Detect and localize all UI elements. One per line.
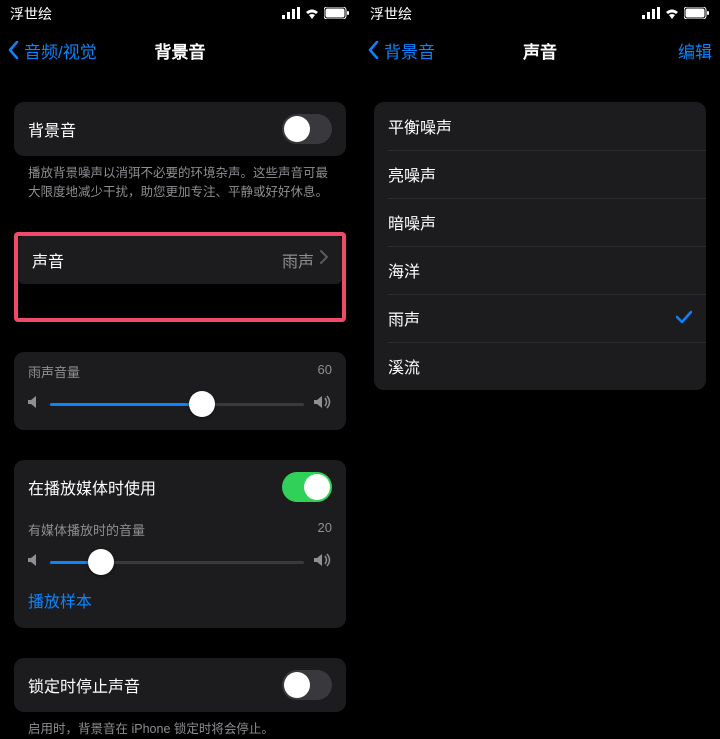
- volume-high-icon: [314, 553, 332, 572]
- lock-stop-row[interactable]: 锁定时停止声音: [14, 658, 346, 712]
- volume-high-icon: [314, 395, 332, 414]
- back-button[interactable]: 音频/视觉: [8, 38, 97, 63]
- back-button[interactable]: 背景音: [368, 38, 435, 63]
- media-volume-value: 20: [318, 520, 332, 539]
- sound-options-list: 平衡噪声亮噪声暗噪声海洋雨声溪流: [374, 102, 706, 390]
- carrier-label: 浮世绘: [370, 4, 412, 24]
- sound-row[interactable]: 声音 雨声: [18, 236, 342, 284]
- sound-row-highlight: 声音 雨声: [14, 232, 346, 322]
- nav-bar: 音频/视觉 背景音: [0, 28, 360, 72]
- sound-option-label: 平衡噪声: [388, 114, 452, 138]
- wifi-icon: [304, 6, 320, 22]
- right-screen: 浮世绘 背景音 声音 编辑 平衡噪声亮噪声暗噪声海洋雨声溪流: [360, 0, 720, 739]
- background-sound-toggle-row[interactable]: 背景音: [14, 102, 346, 156]
- media-use-group: 在播放媒体时使用 有媒体播放时的音量 20: [14, 460, 346, 628]
- rain-volume-value: 60: [318, 362, 332, 381]
- sound-option-label: 海洋: [388, 258, 420, 282]
- edit-button[interactable]: 编辑: [678, 38, 712, 63]
- chevron-left-icon: [8, 40, 20, 60]
- sound-option-label: 暗噪声: [388, 210, 436, 234]
- volume-low-icon: [28, 395, 40, 414]
- sound-option[interactable]: 暗噪声: [374, 198, 706, 246]
- volume-low-icon: [28, 553, 40, 572]
- carrier-label: 浮世绘: [10, 4, 52, 24]
- background-sound-note: 播放背景噪声以消弭不必要的环境杂声。这些声音可最大限度地减少干扰，助您更加专注、…: [14, 156, 346, 202]
- media-volume-slider[interactable]: [50, 561, 304, 564]
- media-volume-label: 有媒体播放时的音量: [28, 520, 145, 539]
- rain-volume-group: 雨声音量 60: [14, 352, 346, 430]
- sound-value: 雨声: [282, 248, 314, 272]
- media-toggle-label: 在播放媒体时使用: [28, 475, 156, 499]
- status-bar: 浮世绘: [360, 0, 720, 28]
- nav-bar: 背景音 声音 编辑: [360, 28, 720, 72]
- back-label: 背景音: [384, 38, 435, 63]
- background-sound-label: 背景音: [28, 117, 76, 141]
- chevron-right-icon: [320, 250, 328, 269]
- signal-icon: [642, 6, 660, 22]
- wifi-icon: [664, 6, 680, 22]
- sound-option[interactable]: 溪流: [374, 342, 706, 390]
- status-bar: 浮世绘: [0, 0, 360, 28]
- battery-icon: [324, 6, 350, 22]
- sound-option-label: 亮噪声: [388, 162, 436, 186]
- back-label: 音频/视觉: [24, 38, 97, 63]
- rain-volume-slider[interactable]: [50, 403, 304, 406]
- media-toggle-row[interactable]: 在播放媒体时使用: [14, 460, 346, 514]
- sound-option-label: 雨声: [388, 306, 420, 330]
- media-toggle[interactable]: [282, 472, 332, 502]
- sound-option[interactable]: 平衡噪声: [374, 102, 706, 150]
- lock-stop-group: 锁定时停止声音: [14, 658, 346, 712]
- rain-volume-label: 雨声音量: [28, 362, 80, 381]
- sound-label: 声音: [32, 248, 64, 272]
- signal-icon: [282, 6, 300, 22]
- left-screen: 浮世绘 音频/视觉 背景音 背景音 播放背景噪声以消弭不必要的环境杂声。这些声音: [0, 0, 360, 739]
- chevron-left-icon: [368, 40, 380, 60]
- sound-option[interactable]: 海洋: [374, 246, 706, 294]
- sound-option[interactable]: 亮噪声: [374, 150, 706, 198]
- battery-icon: [684, 6, 710, 22]
- lock-stop-label: 锁定时停止声音: [28, 673, 140, 697]
- sound-option[interactable]: 雨声: [374, 294, 706, 342]
- lock-stop-note: 启用时，背景音在 iPhone 锁定时将会停止。: [14, 712, 346, 739]
- background-sound-toggle[interactable]: [282, 114, 332, 144]
- page-title: 背景音: [155, 38, 206, 63]
- play-sample-link[interactable]: 播放样本: [28, 572, 332, 612]
- background-sound-toggle-group: 背景音: [14, 102, 346, 156]
- sound-option-label: 溪流: [388, 354, 420, 378]
- page-title: 声音: [523, 38, 557, 63]
- checkmark-icon: [676, 308, 692, 329]
- lock-stop-toggle[interactable]: [282, 670, 332, 700]
